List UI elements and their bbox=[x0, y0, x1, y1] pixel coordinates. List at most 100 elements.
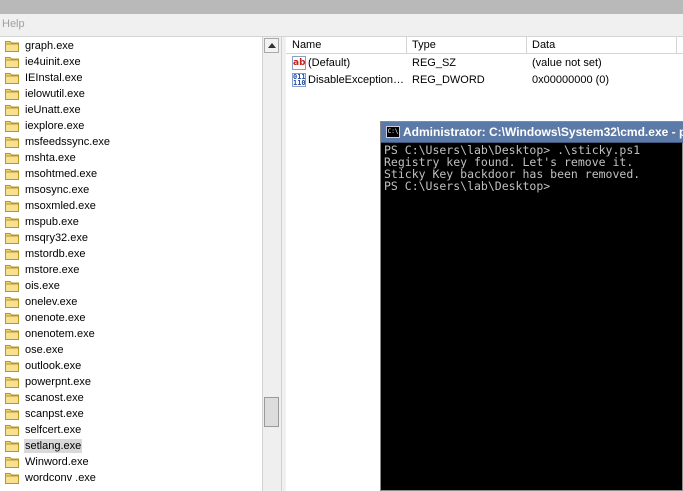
tree-item[interactable]: outlook.exe bbox=[0, 358, 262, 374]
tree-item[interactable]: onelev.exe bbox=[0, 294, 262, 310]
column-header-type[interactable]: Type bbox=[412, 39, 436, 51]
folder-icon bbox=[5, 39, 19, 52]
column-separator[interactable] bbox=[676, 37, 677, 53]
menu-help[interactable]: Help bbox=[2, 18, 25, 30]
tree-item[interactable]: setlang.exe bbox=[0, 438, 262, 454]
tree-item-label: mstore.exe bbox=[25, 264, 80, 276]
folder-icon bbox=[5, 375, 19, 388]
list-header: Name Type Data bbox=[286, 37, 683, 54]
tree-item[interactable]: ielowutil.exe bbox=[0, 86, 262, 102]
tree-item[interactable]: ois.exe bbox=[0, 278, 262, 294]
folder-icon bbox=[5, 103, 19, 116]
scroll-up-arrow-icon[interactable] bbox=[264, 38, 279, 53]
tree-scrollbar[interactable] bbox=[262, 37, 281, 491]
window-titlebar-strip bbox=[0, 0, 683, 14]
folder-icon bbox=[5, 423, 19, 436]
tree-item-label: ielowutil.exe bbox=[25, 88, 85, 100]
cmd-window-title: Administrator: C:\Windows\System32\cmd.e… bbox=[403, 125, 683, 139]
tree-item[interactable]: mstordb.exe bbox=[0, 246, 262, 262]
column-separator[interactable] bbox=[526, 37, 527, 53]
tree-item-label: Winword.exe bbox=[25, 456, 89, 468]
tree-item-label: msohtmed.exe bbox=[25, 168, 98, 180]
cmd-window-icon: C:\ bbox=[386, 126, 400, 138]
value-type: REG_DWORD bbox=[412, 74, 485, 86]
tree-item-label: scanost.exe bbox=[25, 392, 84, 404]
folder-icon bbox=[5, 327, 19, 340]
folder-icon bbox=[5, 215, 19, 228]
scrollbar-thumb[interactable] bbox=[264, 397, 279, 427]
tree-item[interactable]: IEInstal.exe bbox=[0, 70, 262, 86]
tree-item[interactable]: msosync.exe bbox=[0, 182, 262, 198]
tree-item[interactable]: mshta.exe bbox=[0, 150, 262, 166]
folder-icon bbox=[5, 391, 19, 404]
folder-icon bbox=[5, 263, 19, 276]
tree-item[interactable]: msqry32.exe bbox=[0, 230, 262, 246]
value-type: REG_SZ bbox=[412, 57, 457, 69]
tree-item-label: outlook.exe bbox=[25, 360, 82, 372]
tree-item[interactable]: scanost.exe bbox=[0, 390, 262, 406]
column-header-data[interactable]: Data bbox=[532, 39, 555, 51]
folder-icon bbox=[5, 231, 19, 244]
folder-icon bbox=[5, 183, 19, 196]
tree-item-label: mstordb.exe bbox=[25, 248, 86, 260]
folder-icon bbox=[5, 55, 19, 68]
tree-item-label: mspub.exe bbox=[25, 216, 79, 228]
folder-icon bbox=[5, 439, 19, 452]
folder-icon bbox=[5, 343, 19, 356]
tree-item[interactable]: iexplore.exe bbox=[0, 118, 262, 134]
tree-item-label: ie4uinit.exe bbox=[25, 56, 81, 68]
folder-icon bbox=[5, 151, 19, 164]
cmd-window[interactable]: C:\ Administrator: C:\Windows\System32\c… bbox=[380, 121, 683, 491]
tree-item-label: setlang.exe bbox=[24, 439, 83, 453]
tree-item[interactable]: ie4uinit.exe bbox=[0, 54, 262, 70]
tree-item[interactable]: powerpnt.exe bbox=[0, 374, 262, 390]
tree-item-label: msoxmled.exe bbox=[25, 200, 96, 212]
value-name: (Default) bbox=[308, 57, 351, 69]
registry-value-row[interactable]: 011 110 DisableException… REG_DWORD 0x000… bbox=[286, 72, 683, 89]
tree-item[interactable]: msohtmed.exe bbox=[0, 166, 262, 182]
folder-icon bbox=[5, 167, 19, 180]
value-data: (value not set) bbox=[532, 57, 602, 69]
tree-item[interactable]: selfcert.exe bbox=[0, 422, 262, 438]
value-name: DisableException… bbox=[308, 74, 404, 86]
registry-value-row[interactable]: ab (Default) REG_SZ (value not set) bbox=[286, 55, 683, 72]
column-separator[interactable] bbox=[406, 37, 407, 53]
value-data: 0x00000000 (0) bbox=[532, 74, 610, 86]
tree-item[interactable]: graph.exe bbox=[0, 38, 262, 54]
tree-item-label: wordconv .exe bbox=[25, 472, 96, 484]
tree-item-label: scanpst.exe bbox=[25, 408, 84, 420]
column-header-name[interactable]: Name bbox=[292, 39, 321, 51]
tree-item-label: graph.exe bbox=[25, 40, 74, 52]
tree-item-label: iexplore.exe bbox=[25, 120, 85, 132]
tree-item-label: selfcert.exe bbox=[25, 424, 82, 436]
tree-item[interactable]: mspub.exe bbox=[0, 214, 262, 230]
tree-item[interactable]: onenote.exe bbox=[0, 310, 262, 326]
folder-icon bbox=[5, 199, 19, 212]
tree-item[interactable]: msfeedssync.exe bbox=[0, 134, 262, 150]
folder-icon bbox=[5, 135, 19, 148]
folder-icon bbox=[5, 471, 19, 484]
cmd-console-output[interactable]: PS C:\Users\lab\Desktop> .\sticky.ps1 Re… bbox=[384, 144, 682, 192]
tree-item-label: mshta.exe bbox=[25, 152, 76, 164]
string-value-icon: ab bbox=[292, 56, 306, 70]
tree-item[interactable]: msoxmled.exe bbox=[0, 198, 262, 214]
tree-item[interactable]: ose.exe bbox=[0, 342, 262, 358]
folder-icon bbox=[5, 71, 19, 84]
tree-item-label: msosync.exe bbox=[25, 184, 90, 196]
folder-icon bbox=[5, 359, 19, 372]
tree-item[interactable]: ieUnatt.exe bbox=[0, 102, 262, 118]
folder-icon bbox=[5, 87, 19, 100]
folder-icon bbox=[5, 119, 19, 132]
registry-tree-pane[interactable]: graph.exe ie4uinit.exe IEInstal.exe ielowut… bbox=[0, 37, 262, 491]
tree-item[interactable]: wordconv .exe bbox=[0, 470, 262, 486]
folder-icon bbox=[5, 279, 19, 292]
cmd-titlebar[interactable]: C:\ Administrator: C:\Windows\System32\c… bbox=[381, 122, 683, 143]
tree-item-label: ieUnatt.exe bbox=[25, 104, 81, 116]
tree-item[interactable]: onenotem.exe bbox=[0, 326, 262, 342]
tree-item[interactable]: mstore.exe bbox=[0, 262, 262, 278]
folder-icon bbox=[5, 407, 19, 420]
tree-item[interactable]: Winword.exe bbox=[0, 454, 262, 470]
tree-item-label: powerpnt.exe bbox=[25, 376, 92, 388]
tree-item[interactable]: scanpst.exe bbox=[0, 406, 262, 422]
tree-item-label: ose.exe bbox=[25, 344, 64, 356]
